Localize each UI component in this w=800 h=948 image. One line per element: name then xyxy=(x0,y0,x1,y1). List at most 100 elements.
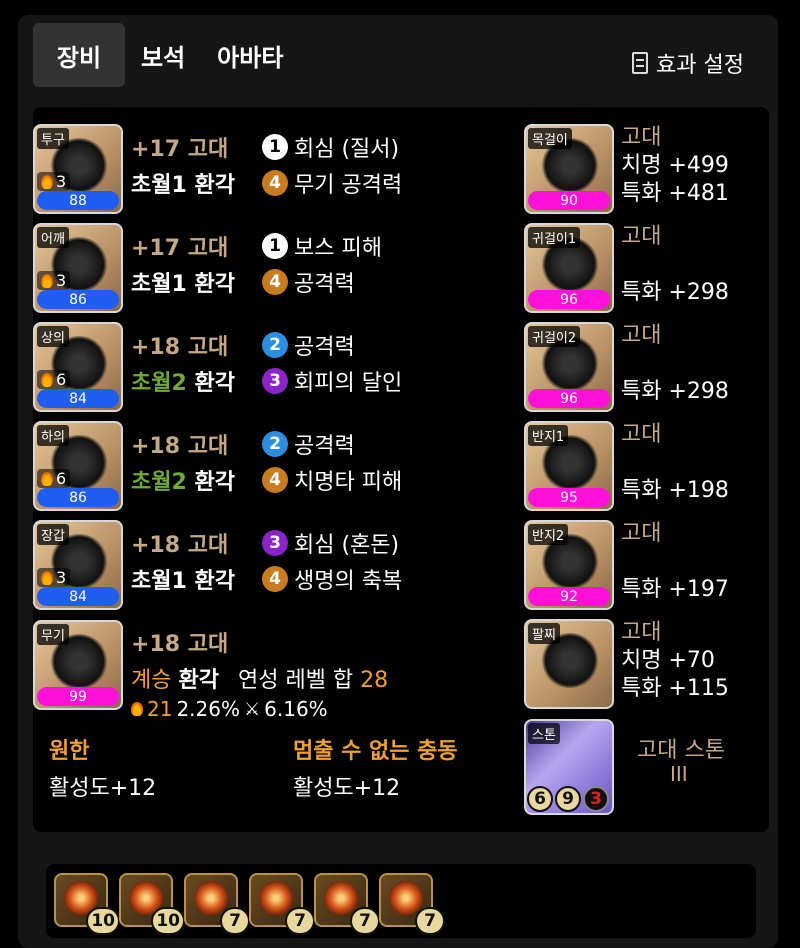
effect-level-badge: 4 xyxy=(262,566,288,592)
effect-level-badge: 1 xyxy=(262,134,288,160)
effect-level-badge: 2 xyxy=(262,332,288,358)
gem-image xyxy=(324,881,358,915)
effect-level-badge: 4 xyxy=(262,269,288,295)
equipment-slot[interactable]: 장갑 3 84 xyxy=(33,520,123,610)
gem-level: 7 xyxy=(415,907,445,935)
upgrade-label: +18 고대 xyxy=(131,434,229,459)
set-effect-name-1: 원한 xyxy=(49,739,90,764)
flame-icon xyxy=(131,702,143,716)
tab-gems[interactable]: 보석 xyxy=(125,23,201,87)
accessory-slot[interactable]: 목걸이 90 xyxy=(524,124,614,214)
stone-pip-3: 3 xyxy=(583,786,609,812)
flame-icon xyxy=(41,471,53,486)
gem-slot[interactable]: 7 xyxy=(184,873,250,935)
equipment-slot[interactable]: 투구 3 88 xyxy=(33,124,123,214)
quality-bar: 84 xyxy=(37,587,119,606)
transcend-label: 초월2 xyxy=(131,470,187,495)
flame-icon xyxy=(41,174,53,189)
accessory-info: 고대 특화 +298 xyxy=(621,322,729,406)
stat-line: 특화 +115 xyxy=(621,676,729,701)
stat-line: 치명 +70 xyxy=(621,648,715,673)
upgrade-label: +18 고대 xyxy=(131,533,229,558)
equipment-slot[interactable]: 어깨 3 86 xyxy=(33,223,123,313)
transcend-line: 초월2 환각 xyxy=(131,365,235,397)
slot-label: 귀걸이2 xyxy=(528,326,581,347)
upgrade-label: +17 고대 xyxy=(131,137,229,162)
quality-bar: 96 xyxy=(528,290,610,309)
tab-equipment[interactable]: 장비 xyxy=(33,23,125,87)
gem-image xyxy=(259,881,293,915)
gem-slot[interactable]: 10 xyxy=(54,873,120,935)
effect-name: 치명타 피해 xyxy=(294,470,403,495)
tab-bar: 장비 보석 아바타 xyxy=(33,23,299,87)
gem-level: 10 xyxy=(86,907,120,935)
level-value: 6 xyxy=(56,370,67,389)
accessory-slot[interactable]: 귀걸이2 96 xyxy=(524,322,614,412)
weapon-slot[interactable]: 무기 99 xyxy=(33,620,123,710)
effect-level-badge: 3 xyxy=(262,530,288,556)
effect-settings-button[interactable]: 효과 설정 xyxy=(632,46,744,80)
accessory-slot[interactable]: 반지1 95 xyxy=(524,421,614,511)
level-value: 6 xyxy=(56,469,67,488)
gem-level: 10 xyxy=(151,907,185,935)
equipment-slot[interactable]: 하의 6 86 xyxy=(33,421,123,511)
elixir-label: 환각 xyxy=(194,569,235,594)
level-value: 3 xyxy=(56,172,67,191)
accessory-slot[interactable]: 팔찌 xyxy=(524,619,614,709)
level-badge: 3 xyxy=(37,568,71,587)
weapon-elixir-line: 계승 환각 연성 레벨 합 28 xyxy=(131,662,388,694)
elixir-label: 환각 xyxy=(194,173,235,198)
effect-name: 공격력 xyxy=(294,434,355,459)
transcend-label: 초월2 xyxy=(131,371,187,396)
gem-level: 7 xyxy=(350,907,380,935)
slot-label: 반지1 xyxy=(528,425,569,446)
accessory-info: 고대 특화 +197 xyxy=(621,520,729,604)
gem-slot[interactable]: 10 xyxy=(119,873,185,935)
transcend-line: 초월1 환각 xyxy=(131,563,235,595)
quality-bar: 96 xyxy=(528,389,610,408)
sword-icon: ⚔ xyxy=(244,698,261,720)
grade-label: 고대 xyxy=(621,620,662,645)
slot-label: 하의 xyxy=(37,425,69,446)
quality-bar: 86 xyxy=(37,488,119,507)
level-badge: 3 xyxy=(37,271,71,290)
gem-slot[interactable]: 7 xyxy=(249,873,315,935)
stone-slot[interactable]: 스톤 6 9 3 xyxy=(524,719,614,815)
slot-label: 장갑 xyxy=(37,524,69,545)
equipment-slot[interactable]: 상의 6 84 xyxy=(33,322,123,412)
level-value: 3 xyxy=(56,568,67,587)
percent-2: 6.16% xyxy=(264,697,328,721)
stat-line xyxy=(621,251,729,279)
quality-bar: 92 xyxy=(528,587,610,606)
level-badge: 6 xyxy=(37,469,71,488)
effect-level-badge: 1 xyxy=(262,233,288,259)
transcend-label: 초월1 xyxy=(131,173,187,198)
inherit-label: 계승 xyxy=(131,668,172,693)
flame-icon xyxy=(41,372,53,387)
effect-line-2: 3 회피의 달인 xyxy=(262,365,402,397)
transcend-line: 초월1 환각 xyxy=(131,167,235,199)
sum-label: 연성 레벨 합 xyxy=(237,668,354,693)
effect-name: 무기 공격력 xyxy=(294,173,403,198)
slot-label: 스톤 xyxy=(528,723,560,744)
stat-line: 특화 +298 xyxy=(621,379,729,404)
elixir-label: 환각 xyxy=(194,272,235,297)
accessory-slot[interactable]: 귀걸이1 96 xyxy=(524,223,614,313)
weapon-stats: 21 2.26% ⚔ 6.16% xyxy=(131,697,328,721)
tab-avatar[interactable]: 아바타 xyxy=(201,23,299,87)
stat-line: 특화 +481 xyxy=(621,181,729,206)
gem-slot[interactable]: 7 xyxy=(314,873,380,935)
stat-line xyxy=(621,449,729,477)
weapon-upgrade: +18 고대 xyxy=(131,632,229,657)
transcend-line: 초월1 환각 xyxy=(131,266,235,298)
accessory-slot[interactable]: 반지2 92 xyxy=(524,520,614,610)
document-icon xyxy=(632,52,648,74)
grade-label: 고대 xyxy=(621,125,662,150)
transcend-line: 초월2 환각 xyxy=(131,464,235,496)
gem-slot[interactable]: 7 xyxy=(379,873,445,935)
transcend-label: 초월1 xyxy=(131,272,187,297)
gem-image xyxy=(389,881,423,915)
effect-line-1: 3 회심 (혼돈) xyxy=(262,527,399,559)
elixir-label: 환각 xyxy=(194,470,235,495)
gem-level: 7 xyxy=(220,907,250,935)
